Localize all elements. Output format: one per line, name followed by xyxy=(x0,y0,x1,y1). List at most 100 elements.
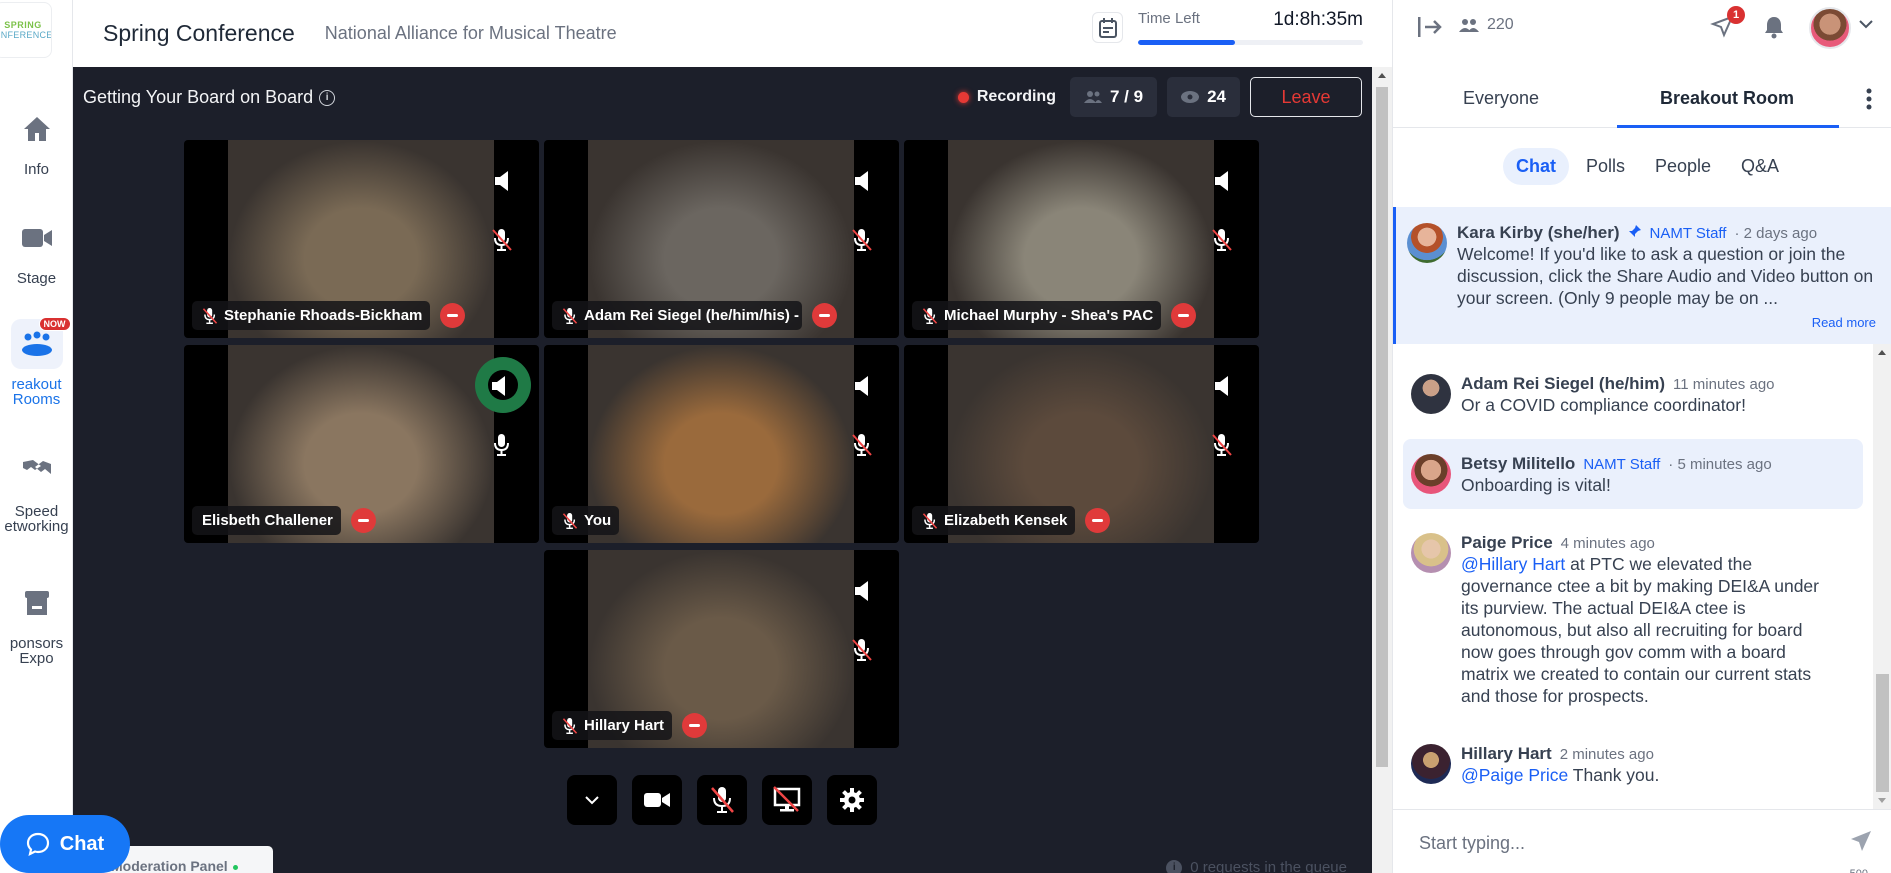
mic-off-icon[interactable] xyxy=(851,433,877,459)
more-vertical-icon[interactable] xyxy=(1866,88,1872,110)
participants-count-pill[interactable]: 7 / 9 xyxy=(1069,77,1158,117)
stage-status-bar: Recording 7 / 9 24 Leave xyxy=(957,77,1362,117)
sidebar-item-speed-networking[interactable]: Speed etworking xyxy=(0,446,73,534)
remove-participant-button[interactable] xyxy=(812,303,837,328)
avatar xyxy=(1411,374,1451,414)
sidebar-item-sponsors-expo[interactable]: ponsors Expo xyxy=(0,578,73,666)
participant-tile[interactable]: Michael Murphy - Shea's PAC xyxy=(904,140,1259,338)
speaker-icon[interactable] xyxy=(1213,170,1235,192)
remove-participant-button[interactable] xyxy=(440,303,465,328)
chat-message-input[interactable] xyxy=(1419,826,1819,860)
video-camera-icon xyxy=(644,793,670,807)
scroll-down-arrow-icon[interactable] xyxy=(1878,798,1886,803)
remove-participant-button[interactable] xyxy=(351,508,376,533)
microphone-button[interactable] xyxy=(697,775,747,825)
participant-name: Elizabeth Kensek xyxy=(944,512,1068,529)
sidebar-item-stage[interactable]: Stage xyxy=(0,213,73,286)
remove-participant-button[interactable] xyxy=(1171,303,1196,328)
chat-scrollbar-thumb[interactable] xyxy=(1876,674,1889,792)
more-options-button[interactable] xyxy=(567,775,617,825)
avatar xyxy=(1411,454,1451,494)
tab-polls[interactable]: Polls xyxy=(1573,148,1638,185)
mic-icon[interactable] xyxy=(491,433,517,459)
participant-name-tag: Stephanie Rhoads-Bickham xyxy=(192,301,431,330)
speaker-icon[interactable] xyxy=(853,170,875,192)
attendee-count[interactable]: 220 xyxy=(1459,16,1514,34)
user-avatar[interactable] xyxy=(1809,7,1851,49)
tab-people[interactable]: People xyxy=(1642,148,1724,185)
remove-participant-button[interactable] xyxy=(1085,508,1110,533)
tab-chat[interactable]: Chat xyxy=(1502,148,1569,185)
message-author: Betsy Militello xyxy=(1461,454,1576,473)
calendar-icon[interactable] xyxy=(1092,12,1123,43)
audience-tabs: Everyone Breakout Room xyxy=(1393,76,1891,128)
mic-off-icon[interactable] xyxy=(491,228,517,254)
user-mention[interactable]: @Paige Price xyxy=(1461,765,1568,785)
handshake-icon xyxy=(11,446,63,496)
camera-button[interactable] xyxy=(632,775,682,825)
avatar xyxy=(1411,533,1451,573)
participant-tile[interactable]: Stephanie Rhoads-Bickham xyxy=(184,140,539,338)
collapse-panel-icon[interactable] xyxy=(1417,16,1443,38)
eye-icon xyxy=(1181,91,1200,103)
viewers-count-pill[interactable]: 24 xyxy=(1167,77,1240,117)
participant-tile[interactable]: Elizabeth Kensek xyxy=(904,345,1259,543)
mic-off-icon[interactable] xyxy=(1211,228,1237,254)
chat-message: Adam Rei Siegel (he/him) 11 minutes ago … xyxy=(1411,374,1775,416)
participant-tile[interactable]: Elisbeth Challener xyxy=(184,345,539,543)
participant-name: Adam Rei Siegel (he/him/his) - N xyxy=(584,307,802,324)
tab-breakout-room[interactable]: Breakout Room xyxy=(1660,88,1794,109)
chat-sub-tabs: Chat Polls People Q&A xyxy=(1393,148,1891,185)
breakout-rooms-icon: NOW xyxy=(10,317,71,369)
scroll-up-arrow-icon[interactable] xyxy=(1378,73,1386,78)
mic-off-icon[interactable] xyxy=(851,228,877,254)
sidebar-item-info[interactable]: Info xyxy=(0,104,73,177)
right-panel-toolbar: 220 1 xyxy=(1393,0,1891,55)
mic-off-icon xyxy=(202,307,218,325)
participant-tile[interactable]: Adam Rei Siegel (he/him/his) - N xyxy=(544,140,899,338)
speaker-icon[interactable] xyxy=(853,580,875,602)
mic-off-icon xyxy=(711,787,734,813)
participant-tile[interactable]: You xyxy=(544,345,899,543)
mic-off-icon xyxy=(562,717,578,735)
bell-icon[interactable] xyxy=(1763,15,1785,39)
participant-name: Stephanie Rhoads-Bickham xyxy=(224,307,423,324)
read-more-link[interactable]: Read more xyxy=(1812,315,1876,330)
stage-scrollbar-thumb[interactable] xyxy=(1376,87,1388,767)
speaker-icon[interactable] xyxy=(1213,375,1235,397)
info-icon: i xyxy=(1166,859,1183,873)
active-tab-indicator xyxy=(1617,125,1839,128)
mic-off-icon[interactable] xyxy=(851,638,877,664)
recording-dot-icon xyxy=(957,91,969,103)
user-mention[interactable]: @Hillary Hart xyxy=(1461,554,1565,574)
participant-name-tag: Adam Rei Siegel (he/him/his) - N xyxy=(552,301,802,330)
settings-button[interactable] xyxy=(827,775,877,825)
avatar xyxy=(1407,223,1447,263)
remove-participant-button[interactable] xyxy=(682,713,707,738)
event-logo[interactable]: SPRING ONFERENCE xyxy=(0,2,52,58)
tab-everyone[interactable]: Everyone xyxy=(1463,88,1539,109)
mic-off-icon[interactable] xyxy=(1211,433,1237,459)
screen-share-button[interactable] xyxy=(762,775,812,825)
mic-off-icon xyxy=(562,512,578,530)
speaker-icon[interactable] xyxy=(493,170,515,192)
speaker-icon[interactable] xyxy=(490,375,512,397)
chevron-down-icon[interactable] xyxy=(1859,20,1873,29)
pinned-message-item: Kara Kirby (she/her) NAMT Staff · 2 days… xyxy=(1407,223,1877,331)
speaker-icon[interactable] xyxy=(853,375,875,397)
scroll-up-arrow-icon[interactable] xyxy=(1878,350,1886,355)
participant-tile[interactable]: Hillary Hart xyxy=(544,550,899,748)
participant-name: Hillary Hart xyxy=(584,717,665,734)
mic-off-icon xyxy=(922,307,938,325)
sidebar-item-breakout-rooms[interactable]: NOW reakout Rooms xyxy=(0,317,73,407)
info-icon[interactable]: i xyxy=(319,89,336,106)
chat-button[interactable]: Chat xyxy=(0,815,130,873)
chat-scrollbar[interactable] xyxy=(1873,344,1891,809)
mic-off-icon xyxy=(562,307,578,325)
participant-name-tag: Hillary Hart xyxy=(552,711,673,740)
send-icon[interactable] xyxy=(1850,830,1872,852)
stage-scrollbar[interactable] xyxy=(1372,67,1392,873)
tab-qa[interactable]: Q&A xyxy=(1728,148,1792,185)
leave-button[interactable]: Leave xyxy=(1250,77,1362,117)
top-header: Spring Conference National Alliance for … xyxy=(73,0,1392,67)
